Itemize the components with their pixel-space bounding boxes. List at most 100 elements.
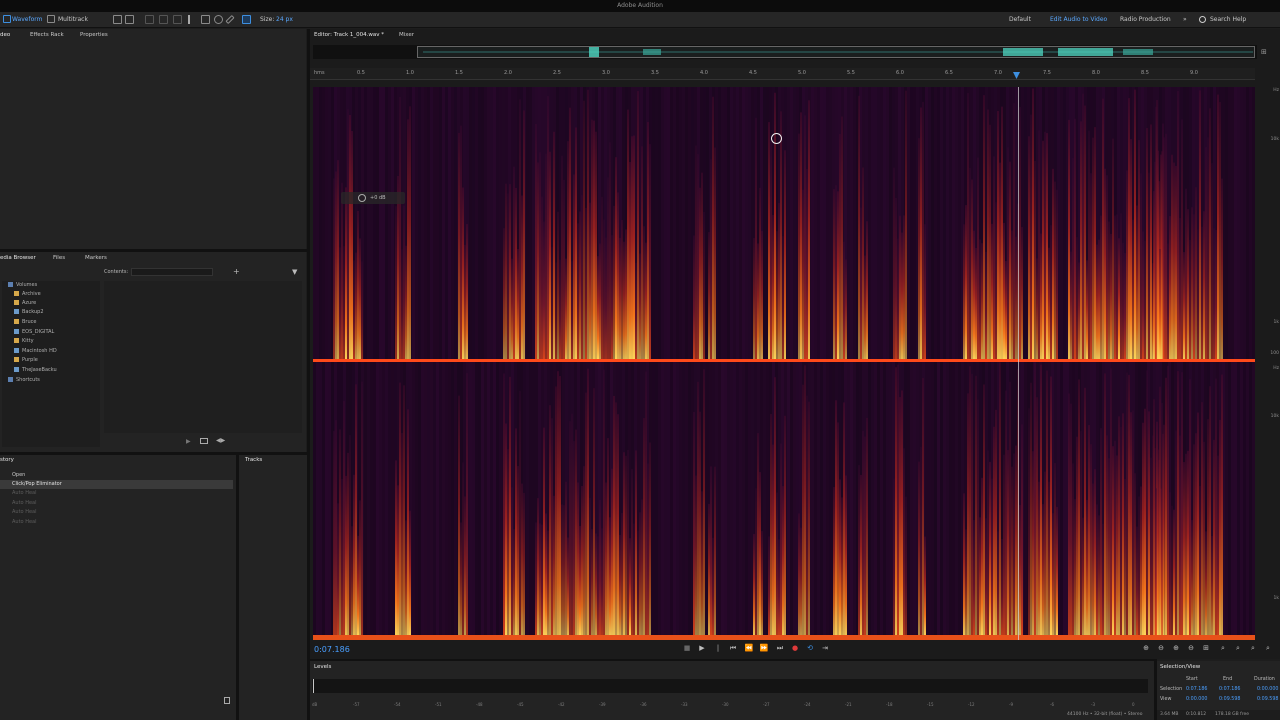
tree-item-kitty[interactable]: Kitty — [14, 338, 34, 345]
fast-forward-icon[interactable]: ⏩ — [758, 642, 770, 654]
tab-media-browser[interactable]: edia Browser — [0, 254, 36, 262]
spectral-energy-band — [1217, 455, 1219, 635]
history-item-auto-heal[interactable]: Auto Heal — [0, 499, 233, 508]
zoom-out-full-icon[interactable]: ⊞ — [1261, 48, 1267, 56]
waveform-view-icon[interactable] — [3, 15, 11, 23]
marquee-tool-icon[interactable] — [201, 15, 210, 24]
search-help-input[interactable]: Search Help — [1210, 15, 1246, 25]
brush-tool-icon[interactable] — [225, 14, 235, 25]
time-ruler[interactable]: hms 0.5 1.0 1.5 2.0 2.5 3.0 3.5 4.0 4.5 5.0 5.5 6.0… — [310, 68, 1255, 80]
multitrack-button[interactable]: Multitrack — [58, 15, 88, 25]
time-selection-tool-icon[interactable] — [188, 15, 190, 24]
tree-item-bruce[interactable]: Bruce — [14, 319, 36, 326]
workspace-radio-production[interactable]: Radio Production — [1120, 15, 1171, 25]
spectral-energy-band — [515, 187, 517, 359]
pause-button[interactable]: ‖ — [712, 642, 724, 654]
play-button[interactable]: ▶ — [696, 642, 708, 654]
zoom-selection-icon[interactable]: ⌕ — [1217, 642, 1229, 654]
zoom-reset-icon[interactable]: ⌕ — [1262, 642, 1274, 654]
tab-tracks[interactable]: Tracks — [245, 456, 262, 464]
workspace-edit-audio-to-video[interactable]: Edit Audio to Video — [1050, 15, 1107, 25]
overview-bar[interactable] — [313, 45, 1257, 59]
playhead-line[interactable] — [1018, 87, 1019, 640]
go-to-end-icon[interactable]: ⏭ — [774, 642, 786, 654]
loop-button[interactable]: ⟲ — [804, 642, 816, 654]
tab-selection-view[interactable]: Selection/View — [1160, 663, 1200, 671]
tree-item-archive[interactable]: Archive — [14, 291, 41, 298]
view-duration[interactable]: 0:09.598 — [1257, 697, 1278, 702]
filter-icon[interactable]: ▼ — [292, 268, 297, 276]
view-start[interactable]: 0:00.000 — [1186, 697, 1207, 702]
workspace-default[interactable]: Default — [1009, 15, 1031, 25]
view-end[interactable]: 0:09.598 — [1219, 697, 1240, 702]
stop-button[interactable]: ■ — [681, 642, 693, 654]
tab-markers[interactable]: Markers — [85, 254, 107, 262]
contents-dropdown[interactable] — [131, 268, 213, 276]
rewind-icon[interactable]: ⏪ — [743, 642, 755, 654]
zoom-out-icon[interactable]: ⌕ — [1247, 642, 1259, 654]
tree-item-purple[interactable]: Purple — [14, 357, 38, 364]
zoom-in-amplitude-icon[interactable]: ⊕ — [1140, 642, 1152, 654]
history-item-auto-heal[interactable]: Auto Heal — [0, 518, 233, 527]
spectral-energy-band — [613, 205, 615, 359]
tree-item-thejasebacku[interactable]: TheJaseBacku — [14, 367, 57, 374]
razor-tool-icon[interactable] — [159, 15, 168, 24]
history-item-open[interactable]: Open — [0, 471, 233, 480]
skip-selection-icon[interactable]: ⇥ — [819, 642, 831, 654]
zoom-out-time-icon[interactable]: ⊖ — [1185, 642, 1197, 654]
go-to-start-icon[interactable]: ⏮ — [727, 642, 739, 654]
tab-editor[interactable]: Editor: Track 1_004.wav * — [314, 31, 384, 39]
spectrogram-area[interactable]: +0 dB — [313, 87, 1255, 640]
spectral-frequency-icon[interactable] — [113, 15, 122, 24]
trash-icon[interactable] — [224, 697, 230, 704]
tab-files[interactable]: Files — [53, 254, 65, 262]
spectral-noise-column — [907, 362, 910, 635]
move-tool-icon[interactable] — [145, 15, 154, 24]
spot-healing-brush-icon[interactable] — [242, 15, 251, 24]
spectral-energy-band — [1088, 425, 1090, 635]
playhead-handle[interactable] — [1013, 72, 1020, 79]
tab-properties[interactable]: Properties — [80, 31, 108, 39]
size-value[interactable]: 24 px — [276, 15, 293, 25]
more-workspaces-icon[interactable]: » — [1183, 15, 1187, 25]
selection-start[interactable]: 0:07.186 — [1186, 687, 1207, 692]
add-icon[interactable]: + — [233, 267, 240, 276]
zoom-full-icon[interactable]: ⊞ — [1200, 642, 1212, 654]
current-time-display[interactable]: 0:07.186 — [314, 645, 350, 654]
autoplay-icon[interactable]: ◀▶ — [216, 437, 225, 444]
lasso-tool-icon[interactable] — [214, 15, 223, 24]
history-item-auto-heal[interactable]: Auto Heal — [0, 508, 233, 517]
hud-volume-control[interactable]: +0 dB — [341, 192, 405, 204]
history-item-auto-heal[interactable]: Auto Heal — [0, 489, 233, 498]
tree-item-volumes[interactable]: Volumes — [8, 282, 37, 289]
history-item-click-pop-eliminator[interactable]: Click/Pop Eliminator — [0, 480, 233, 489]
spectral-pitch-icon[interactable] — [125, 15, 134, 24]
tree-item-eos-digital[interactable]: EOS_DIGITAL — [14, 329, 54, 336]
multitrack-icon[interactable] — [47, 15, 55, 23]
volume-knob-icon[interactable] — [358, 194, 366, 202]
record-button[interactable]: ● — [789, 642, 801, 654]
tree-item-backup2[interactable]: Backup2 — [14, 309, 44, 316]
tree-item-azure[interactable]: Azure — [14, 300, 36, 307]
tab-video[interactable]: deo — [0, 31, 10, 39]
loop-preview-icon[interactable] — [200, 438, 208, 444]
spectral-energy-band — [1221, 178, 1223, 359]
zoom-out-amplitude-icon[interactable]: ⊖ — [1155, 642, 1167, 654]
tab-mixer[interactable]: Mixer — [399, 31, 414, 39]
spectral-noise-column — [874, 362, 877, 635]
waveform-button[interactable]: Waveform — [12, 15, 42, 25]
spectral-frequency-display[interactable] — [313, 87, 1255, 640]
zoom-in-icon[interactable]: ⌕ — [1232, 642, 1244, 654]
spectral-energy-band — [1038, 130, 1040, 359]
tab-history[interactable]: story — [0, 456, 14, 464]
play-preview-icon[interactable]: ▶ — [186, 438, 191, 445]
zoom-in-time-icon[interactable]: ⊕ — [1170, 642, 1182, 654]
selection-duration[interactable]: 0:00.000 — [1257, 687, 1278, 692]
tab-levels[interactable]: Levels — [314, 663, 331, 671]
tab-effects-rack[interactable]: Effects Rack — [30, 31, 64, 39]
tree-item-macintosh-hd[interactable]: Macintosh HD — [14, 348, 57, 355]
selection-end[interactable]: 0:07.186 — [1219, 687, 1240, 692]
spectral-energy-band — [1100, 428, 1102, 635]
tree-item-shortcuts[interactable]: Shortcuts — [8, 377, 40, 384]
slip-tool-icon[interactable] — [173, 15, 182, 24]
